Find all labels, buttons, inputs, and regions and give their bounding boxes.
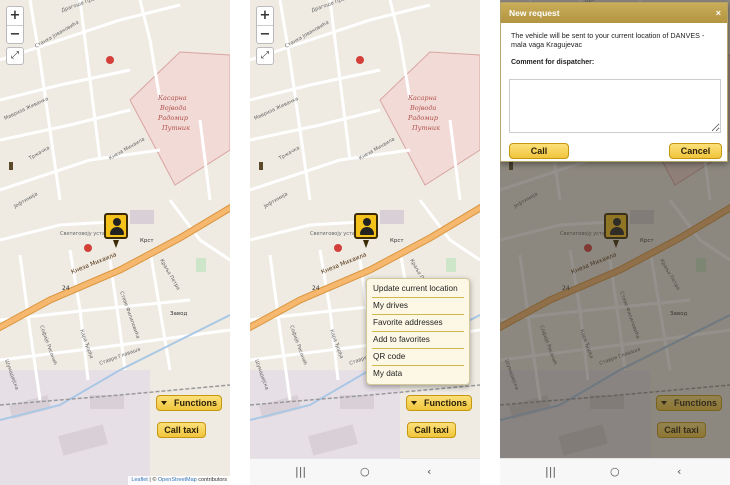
caret-down-icon — [411, 401, 417, 405]
zoom-out-button[interactable]: − — [257, 25, 273, 43]
dialog-message: The vehicle will be sent to your current… — [511, 31, 705, 49]
leaflet-link[interactable]: Leaflet — [131, 477, 148, 483]
attribution-sep: | © — [147, 477, 158, 483]
screen-map: + − ⤢ Functions Call taxi Leaflet | © Op… — [0, 0, 230, 485]
back-icon[interactable]: ‹ — [677, 465, 681, 478]
zoom-in-button[interactable]: + — [257, 7, 273, 25]
functions-label: Functions — [424, 398, 467, 408]
dialog-titlebar: New request × — [501, 3, 727, 23]
android-nav-bar: ||| ○ ‹ — [500, 458, 730, 485]
user-location-marker-icon[interactable] — [104, 213, 128, 239]
dialog-title: New request — [509, 8, 560, 18]
fullscreen-icon[interactable]: ⤢ — [256, 47, 274, 65]
menu-item-update-location[interactable]: Update current location — [372, 281, 464, 298]
zoom-control: + − — [256, 6, 274, 44]
screen-functions-menu: + − ⤢ Update current location My drives … — [250, 0, 480, 485]
zoom-out-button[interactable]: − — [7, 25, 23, 43]
functions-menu: Update current location My drives Favori… — [366, 278, 470, 385]
back-icon[interactable]: ‹ — [427, 465, 431, 478]
call-button[interactable]: Call — [509, 143, 569, 159]
home-icon[interactable]: ○ — [610, 465, 620, 478]
attribution-contrib: contributors — [196, 477, 227, 483]
recent-apps-icon[interactable]: ||| — [545, 465, 556, 478]
menu-item-my-data[interactable]: My data — [372, 366, 464, 382]
functions-button[interactable]: Functions — [406, 395, 472, 411]
map-attribution: Leaflet | © OpenStreetMap contributors — [128, 476, 230, 485]
screen-new-request: Functions Call taxi New request × The ve… — [500, 0, 730, 485]
caret-down-icon — [161, 401, 167, 405]
cancel-button[interactable]: Cancel — [669, 143, 722, 159]
fullscreen-icon[interactable]: ⤢ — [6, 47, 24, 65]
zoom-in-button[interactable]: + — [7, 7, 23, 25]
call-taxi-button[interactable]: Call taxi — [157, 422, 206, 438]
call-taxi-button[interactable]: Call taxi — [407, 422, 456, 438]
functions-button[interactable]: Functions — [156, 395, 222, 411]
home-icon[interactable]: ○ — [360, 465, 370, 478]
dispatcher-comment-input[interactable] — [509, 79, 721, 133]
new-request-dialog: New request × The vehicle will be sent t… — [500, 2, 728, 162]
android-nav-bar: ||| ○ ‹ — [250, 458, 480, 485]
recent-apps-icon[interactable]: ||| — [295, 465, 306, 478]
menu-item-favorite-addresses[interactable]: Favorite addresses — [372, 315, 464, 332]
zoom-control: + − — [6, 6, 24, 44]
functions-label: Functions — [174, 398, 217, 408]
user-location-marker-icon[interactable] — [354, 213, 378, 239]
comment-label: Comment for dispatcher: — [511, 59, 595, 66]
menu-item-add-to-favorites[interactable]: Add to favorites — [372, 332, 464, 349]
close-icon[interactable]: × — [716, 3, 721, 23]
menu-item-qr-code[interactable]: QR code — [372, 349, 464, 366]
menu-item-my-drives[interactable]: My drives — [372, 298, 464, 315]
osm-link[interactable]: OpenStreetMap — [158, 477, 197, 483]
